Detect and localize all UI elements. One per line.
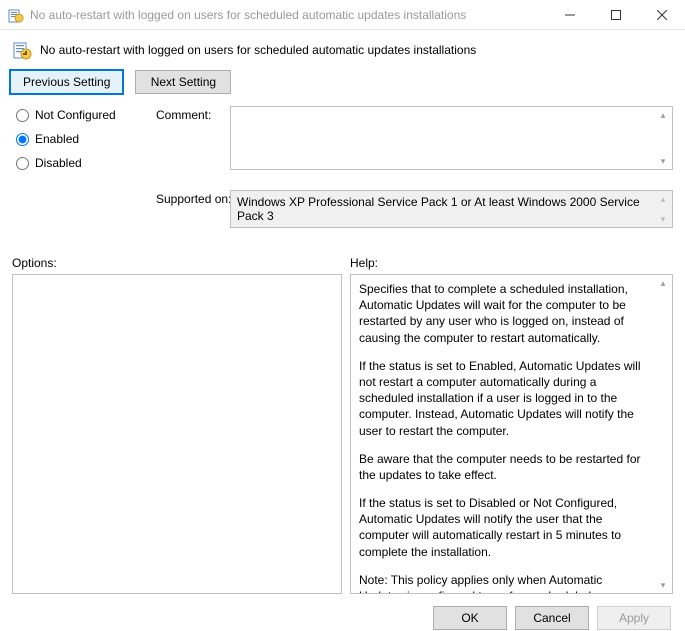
supported-scrollbar: ▴ ▾	[656, 193, 670, 225]
panels-header: Options: Help:	[0, 232, 685, 274]
scroll-up-icon[interactable]: ▴	[656, 109, 670, 121]
panels: Specifies that to complete a scheduled i…	[0, 274, 685, 594]
policy-icon	[12, 40, 32, 60]
close-button[interactable]	[639, 0, 685, 29]
help-paragraph: Specifies that to complete a scheduled i…	[359, 281, 650, 346]
ok-button[interactable]: OK	[433, 606, 507, 630]
scroll-down-icon: ▾	[656, 213, 670, 225]
titlebar: No auto-restart with logged on users for…	[0, 0, 685, 30]
comment-label: Comment:	[156, 106, 226, 122]
nav-row: Previous Setting Next Setting	[0, 66, 685, 106]
help-label: Help:	[350, 256, 673, 270]
minimize-button[interactable]	[547, 0, 593, 29]
radio-not-configured-input[interactable]	[16, 109, 29, 122]
dialog-footer: OK Cancel Apply	[0, 594, 685, 631]
help-panel[interactable]: Specifies that to complete a scheduled i…	[350, 274, 673, 594]
state-radio-group: Not Configured Enabled Disabled	[12, 106, 152, 170]
policy-app-icon	[8, 7, 24, 23]
options-label: Options:	[12, 256, 350, 270]
help-text: Specifies that to complete a scheduled i…	[359, 281, 650, 594]
help-paragraph: Be aware that the computer needs to be r…	[359, 451, 650, 483]
help-paragraph: If the status is set to Disabled or Not …	[359, 495, 650, 560]
policy-header: No auto-restart with logged on users for…	[0, 30, 685, 66]
help-scrollbar[interactable]: ▴ ▾	[656, 277, 670, 591]
apply-button: Apply	[597, 606, 671, 630]
window-title: No auto-restart with logged on users for…	[30, 8, 547, 22]
cancel-button[interactable]: Cancel	[515, 606, 589, 630]
radio-enabled-label: Enabled	[35, 132, 79, 146]
next-setting-button[interactable]: Next Setting	[135, 70, 231, 94]
policy-title: No auto-restart with logged on users for…	[40, 43, 476, 57]
supported-on-text: Windows XP Professional Service Pack 1 o…	[237, 195, 640, 223]
maximize-button[interactable]	[593, 0, 639, 29]
radio-not-configured[interactable]: Not Configured	[16, 108, 152, 122]
scroll-down-icon[interactable]: ▾	[656, 155, 670, 167]
radio-disabled-input[interactable]	[16, 157, 29, 170]
scroll-up-icon[interactable]: ▴	[656, 277, 670, 289]
radio-enabled-input[interactable]	[16, 133, 29, 146]
radio-disabled[interactable]: Disabled	[16, 156, 152, 170]
supported-on-label: Supported on:	[156, 186, 226, 206]
help-paragraph: Note: This policy applies only when Auto…	[359, 572, 650, 594]
config-grid: Not Configured Enabled Disabled Comment:…	[0, 106, 685, 232]
comment-scrollbar[interactable]: ▴ ▾	[656, 109, 670, 167]
window-controls	[547, 0, 685, 29]
radio-disabled-label: Disabled	[35, 156, 82, 170]
previous-setting-button[interactable]: Previous Setting	[10, 70, 123, 94]
comment-textarea[interactable]: ▴ ▾	[230, 106, 673, 170]
options-panel	[12, 274, 342, 594]
scroll-up-icon: ▴	[656, 193, 670, 205]
radio-not-configured-label: Not Configured	[35, 108, 116, 122]
scroll-down-icon[interactable]: ▾	[656, 579, 670, 591]
supported-on-value: Windows XP Professional Service Pack 1 o…	[230, 190, 673, 228]
help-paragraph: If the status is set to Enabled, Automat…	[359, 358, 650, 439]
radio-enabled[interactable]: Enabled	[16, 132, 152, 146]
